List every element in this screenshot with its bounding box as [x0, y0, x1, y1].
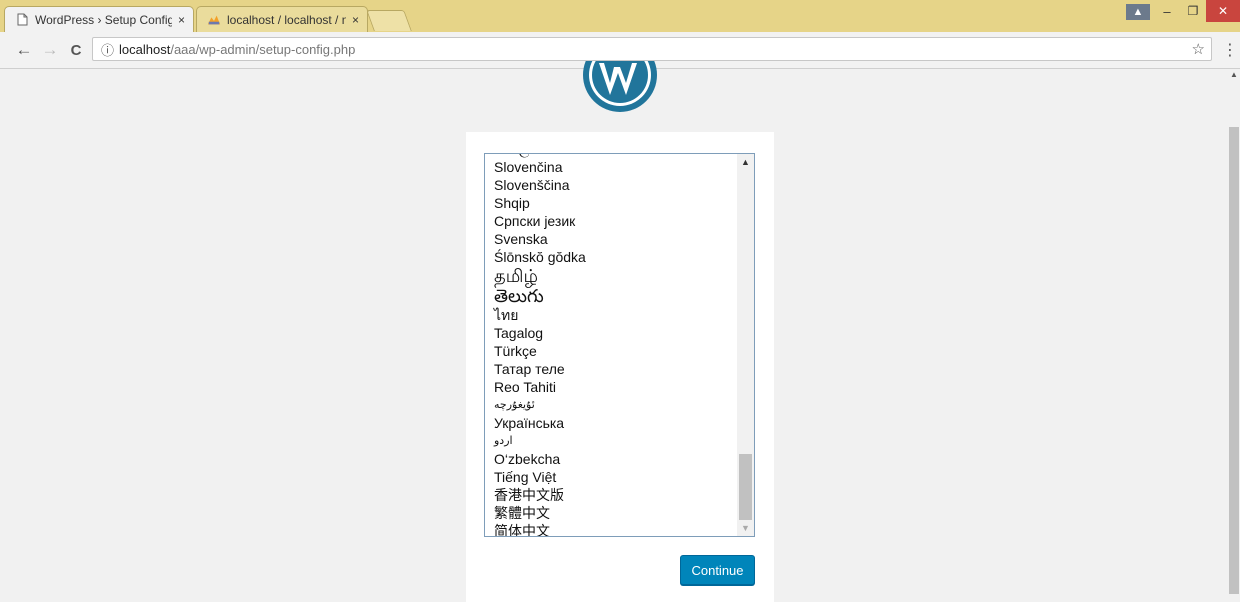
list-scrollbar[interactable]: ▲ ▼	[737, 154, 754, 536]
tab-title: localhost / localhost / no	[227, 12, 346, 27]
page-scrollbar[interactable]: ▲	[1228, 69, 1240, 594]
tab-strip: WordPress › Setup Config × localhost / l…	[0, 0, 1240, 32]
url-path: /aaa/wp-admin/setup-config.php	[170, 41, 356, 57]
language-option[interactable]: Reo Tahiti	[494, 378, 586, 396]
language-option[interactable]: தமிழ்	[494, 266, 586, 286]
url-host: localhost	[119, 41, 171, 57]
language-option[interactable]: Türkçe	[494, 342, 586, 360]
scroll-down-icon[interactable]: ▼	[741, 523, 750, 533]
forward-button[interactable]: →	[40, 40, 60, 60]
wordpress-logo	[582, 61, 658, 113]
language-option[interactable]: 繁體中文	[494, 504, 586, 522]
language-option[interactable]: Svenska	[494, 230, 586, 248]
language-option[interactable]: اردو	[494, 432, 586, 450]
language-option[interactable]: తెలుగు	[494, 286, 586, 306]
info-icon[interactable]: ⓘ	[101, 40, 114, 59]
language-option[interactable]: Українська	[494, 414, 586, 432]
language-option[interactable]: Slovenščina	[494, 176, 586, 194]
tab-close-icon[interactable]: ×	[352, 13, 359, 27]
list-scroll-thumb[interactable]	[739, 454, 752, 520]
tab-wordpress-setup[interactable]: WordPress › Setup Config ×	[4, 6, 194, 32]
scroll-up-icon[interactable]: ▲	[741, 157, 750, 167]
page-icon	[15, 13, 29, 27]
tab-close-icon[interactable]: ×	[178, 13, 185, 27]
page-content: සිංහලSlovenčinaSlovenščinaShqipСрпски је…	[0, 61, 1240, 602]
address-bar[interactable]: ⓘ localhost/aaa/wp-admin/setup-config.ph…	[92, 37, 1212, 61]
back-button[interactable]: ←	[14, 40, 34, 60]
language-option[interactable]: Српски језик	[494, 212, 586, 230]
tab-phpmyadmin[interactable]: localhost / localhost / no ×	[196, 6, 368, 32]
language-option[interactable]: 简体中文	[494, 522, 586, 536]
language-option[interactable]: Shqip	[494, 194, 586, 212]
close-window-button[interactable]: ✕	[1206, 0, 1240, 22]
page-scroll-thumb[interactable]	[1229, 127, 1239, 594]
reload-button[interactable]: C	[66, 40, 86, 60]
maximize-button[interactable]: ❐	[1180, 0, 1206, 22]
language-option[interactable]: Ślōnskŏ gŏdka	[494, 248, 586, 266]
language-option[interactable]: Татар теле	[494, 360, 586, 378]
language-option[interactable]: Tiếng Việt	[494, 468, 586, 486]
language-option[interactable]: ไทย	[494, 306, 586, 324]
tab-title: WordPress › Setup Config	[35, 12, 172, 27]
language-option[interactable]: 香港中文版	[494, 486, 586, 504]
language-option[interactable]: Slovenčina	[494, 158, 586, 176]
continue-button[interactable]: Continue	[680, 555, 755, 585]
language-select-list[interactable]: සිංහලSlovenčinaSlovenščinaShqipСрпски је…	[484, 153, 755, 537]
bookmark-star-icon[interactable]: ☆	[1192, 40, 1205, 58]
minimize-button[interactable]: –	[1154, 0, 1180, 22]
page-scroll-up-icon[interactable]: ▲	[1230, 70, 1238, 79]
language-option[interactable]: ئۇيغۇرچە	[494, 396, 586, 414]
language-option[interactable]: O‘zbekcha	[494, 450, 586, 468]
user-profile-button[interactable]: ▲	[1126, 4, 1150, 20]
language-options: සිංහලSlovenčinaSlovenščinaShqipСрпски је…	[494, 154, 586, 536]
language-option[interactable]: Tagalog	[494, 324, 586, 342]
browser-menu-icon[interactable]: ⋮	[1222, 40, 1238, 60]
new-tab-button[interactable]	[366, 10, 412, 31]
phpmyadmin-icon	[207, 13, 221, 27]
